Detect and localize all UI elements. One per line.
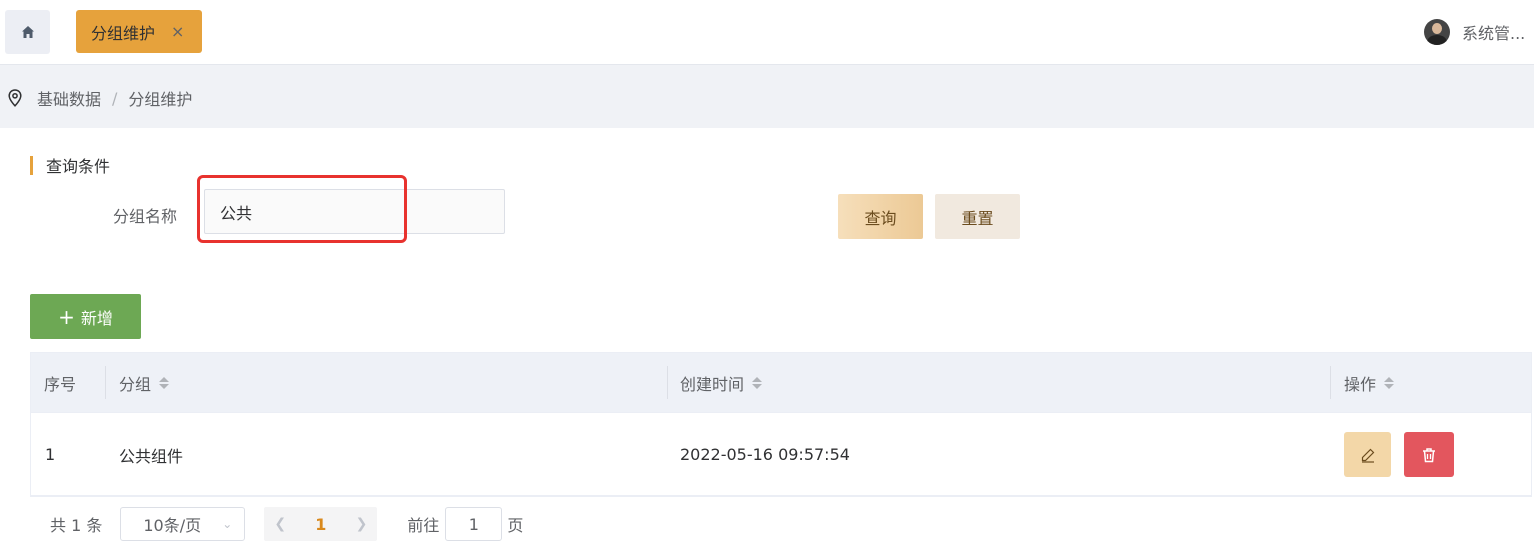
sort-icon[interactable] — [752, 377, 763, 389]
breadcrumb-bar: 基础数据 / 分组维护 — [0, 65, 1534, 128]
group-name-input[interactable] — [204, 189, 505, 234]
main-panel: 查询条件 分组名称 查询 重置 + 新增 序号 分组 创建时间 操作 — [5, 128, 1534, 559]
breadcrumb-item-current: 分组维护 — [128, 90, 193, 109]
query-section-title: 查询条件 — [30, 155, 111, 176]
table-row[interactable]: 1 公共组件 2022-05-16 09:57:54 — [31, 413, 1531, 496]
goto-label: 前往 — [407, 516, 440, 535]
page-size-value: 10条/页 — [143, 516, 202, 535]
column-header-index: 序号 — [44, 375, 77, 394]
page-number-current[interactable]: 1 — [315, 515, 326, 534]
tab-close-icon[interactable]: × — [171, 23, 184, 40]
page-unit-label: 页 — [507, 516, 524, 535]
user-name: 系统管... — [1462, 24, 1526, 43]
tab-label: 分组维护 — [91, 23, 156, 43]
group-table: 序号 分组 创建时间 操作 1 公共组件 2022-05-16 09:57:54 — [30, 352, 1532, 497]
reset-button[interactable]: 重置 — [935, 194, 1020, 239]
tab-group-maintenance[interactable]: 分组维护 × — [76, 10, 202, 53]
prev-page-icon[interactable]: ❮ — [274, 516, 286, 532]
trash-icon — [1423, 447, 1435, 462]
goto-page-input[interactable] — [445, 507, 503, 541]
cell-index: 1 — [45, 445, 56, 464]
edit-button[interactable] — [1344, 432, 1391, 477]
pagination: 共 1 条 10条/页 ⌄ ❮ 1 ❯ 前往 页 — [30, 506, 523, 542]
user-menu[interactable]: 系统管... — [1424, 19, 1525, 45]
sort-icon[interactable] — [159, 377, 170, 389]
breadcrumb-separator: / — [112, 88, 118, 108]
table-header: 序号 分组 创建时间 操作 — [31, 353, 1531, 413]
pencil-icon — [1361, 448, 1374, 463]
column-header-actions[interactable]: 操作 — [1344, 353, 1395, 413]
avatar — [1424, 19, 1450, 45]
home-button[interactable] — [5, 10, 50, 54]
location-pin-icon — [8, 89, 22, 107]
breadcrumb: 基础数据 / 分组维护 — [8, 86, 192, 110]
top-header: 分组维护 × 系统管... — [0, 0, 1534, 65]
page-navigator: ❮ 1 ❯ — [264, 507, 378, 541]
page-size-select[interactable]: 10条/页 ⌄ — [120, 507, 246, 541]
column-header-created[interactable]: 创建时间 — [680, 353, 763, 413]
delete-button[interactable] — [1404, 432, 1454, 477]
column-header-group[interactable]: 分组 — [119, 353, 170, 413]
group-name-label: 分组名称 — [113, 207, 178, 226]
breadcrumb-item-basic-data[interactable]: 基础数据 — [37, 86, 101, 110]
chevron-down-icon: ⌄ — [222, 517, 233, 531]
sort-icon[interactable] — [1384, 377, 1395, 389]
title-accent-bar — [30, 155, 33, 175]
pagination-total: 共 1 条 — [50, 516, 103, 535]
add-button[interactable]: + 新增 — [30, 294, 141, 339]
cell-group: 公共组件 — [119, 446, 184, 466]
next-page-icon[interactable]: ❯ — [356, 516, 368, 532]
add-button-label: 新增 — [80, 308, 113, 328]
section-title-text: 查询条件 — [46, 157, 111, 176]
query-button[interactable]: 查询 — [838, 194, 923, 239]
plus-icon: + — [58, 304, 75, 329]
cell-created-time: 2022-05-16 09:57:54 — [680, 445, 850, 464]
home-icon — [21, 26, 34, 38]
